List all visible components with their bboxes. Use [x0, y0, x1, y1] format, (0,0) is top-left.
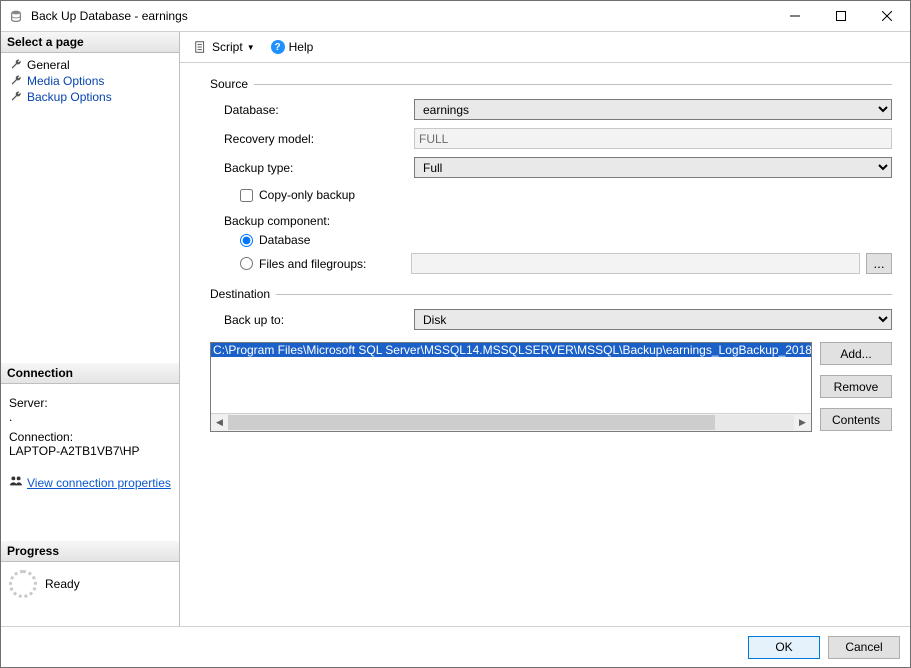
filegroups-radio[interactable]: [240, 257, 253, 270]
scroll-thumb[interactable]: [228, 415, 715, 430]
help-button[interactable]: ? Help: [267, 38, 318, 56]
divider: [254, 84, 892, 85]
source-group-label: Source: [210, 77, 248, 91]
close-button[interactable]: [864, 1, 910, 31]
row-backup-type: Backup type: Full: [210, 157, 892, 178]
content-toolbar: Script ▼ ? Help: [180, 32, 910, 63]
maximize-button[interactable]: [818, 1, 864, 31]
row-radio-filegroups: Files and filegroups: ...: [210, 250, 892, 277]
destination-list-item[interactable]: C:\Program Files\Microsoft SQL Server\MS…: [211, 343, 811, 357]
destination-group-header: Destination: [210, 287, 892, 301]
add-button[interactable]: Add...: [820, 342, 892, 365]
row-copy-only: Copy-only backup: [210, 182, 892, 208]
database-label: Database:: [210, 103, 414, 117]
horizontal-scrollbar[interactable]: ◀ ▶: [211, 413, 811, 431]
progress-section: Ready: [1, 562, 179, 606]
backup-type-select[interactable]: Full: [414, 157, 892, 178]
server-label: Server:: [9, 396, 171, 410]
source-group-header: Source: [210, 77, 892, 91]
backup-component-label: Backup component:: [210, 208, 892, 230]
destination-list[interactable]: C:\Program Files\Microsoft SQL Server\MS…: [210, 342, 812, 432]
scroll-track[interactable]: [228, 415, 794, 430]
progress-spinner-icon: [9, 570, 37, 598]
connection-header: Connection: [1, 363, 179, 384]
row-recovery-model: Recovery model:: [210, 128, 892, 149]
nav-label: General: [27, 58, 70, 72]
server-value: .: [9, 410, 171, 424]
nav-general[interactable]: General: [1, 57, 179, 73]
script-label: Script: [212, 40, 243, 54]
nav-label[interactable]: Media Options: [27, 74, 104, 88]
scroll-right-icon[interactable]: ▶: [794, 415, 811, 430]
script-button[interactable]: Script ▼: [190, 38, 259, 56]
connection-label: Connection:: [9, 430, 171, 444]
destination-area: C:\Program Files\Microsoft SQL Server\MS…: [210, 342, 892, 432]
chevron-down-icon: ▼: [247, 43, 255, 52]
back-up-to-select[interactable]: Disk: [414, 309, 892, 330]
destination-group-label: Destination: [210, 287, 270, 301]
main-pane: Source Database: earnings Recovery model…: [180, 63, 910, 626]
database-select[interactable]: earnings: [414, 99, 892, 120]
wrench-icon: [9, 74, 23, 88]
contents-button[interactable]: Contents: [820, 408, 892, 431]
title-bar: Back Up Database - earnings: [1, 1, 910, 32]
minimize-button[interactable]: [772, 1, 818, 31]
nav-media-options[interactable]: Media Options: [1, 73, 179, 89]
window-title: Back Up Database - earnings: [31, 9, 772, 23]
dialog-footer: OK Cancel: [1, 626, 910, 667]
ok-button[interactable]: OK: [748, 636, 820, 659]
connection-value: LAPTOP-A2TB1VB7\HP: [9, 444, 171, 458]
divider: [276, 294, 892, 295]
window-buttons: [772, 1, 910, 31]
dialog-window: Back Up Database - earnings Select a pag…: [0, 0, 911, 668]
dialog-body: Select a page General Media Options: [1, 32, 910, 667]
help-icon: ?: [271, 40, 285, 54]
filegroups-text: [411, 253, 860, 274]
nav-label[interactable]: Backup Options: [27, 90, 112, 104]
copy-only-checkbox[interactable]: [240, 189, 253, 202]
remove-button[interactable]: Remove: [820, 375, 892, 398]
recovery-model-value: [414, 128, 892, 149]
row-radio-database: Database: [210, 230, 892, 250]
database-radio[interactable]: [240, 234, 253, 247]
database-icon: [7, 7, 25, 25]
backup-type-label: Backup type:: [210, 161, 414, 175]
cancel-button[interactable]: Cancel: [828, 636, 900, 659]
copy-only-label: Copy-only backup: [259, 188, 355, 202]
select-page-header: Select a page: [1, 32, 179, 53]
progress-status: Ready: [45, 577, 80, 591]
progress-header: Progress: [1, 541, 179, 562]
recovery-model-label: Recovery model:: [210, 132, 414, 146]
people-icon: [9, 474, 23, 491]
help-label: Help: [289, 40, 314, 54]
view-connection-properties-link[interactable]: View connection properties: [27, 476, 171, 490]
destination-buttons: Add... Remove Contents: [820, 342, 892, 432]
sidebar: Select a page General Media Options: [1, 32, 180, 626]
scroll-left-icon[interactable]: ◀: [211, 415, 228, 430]
filegroups-radio-label: Files and filegroups:: [259, 257, 405, 271]
database-radio-label: Database: [259, 233, 310, 247]
page-nav: General Media Options Backup Options: [1, 53, 179, 109]
row-database: Database: earnings: [210, 99, 892, 120]
script-icon: [194, 40, 208, 54]
nav-backup-options[interactable]: Backup Options: [1, 89, 179, 105]
wrench-icon: [9, 58, 23, 72]
top-area: Select a page General Media Options: [1, 32, 910, 626]
wrench-icon: [9, 90, 23, 104]
connection-section: Server: . Connection: LAPTOP-A2TB1VB7\HP: [1, 384, 179, 468]
content-pane: Script ▼ ? Help Source Databa: [180, 32, 910, 626]
back-up-to-label: Back up to:: [210, 313, 414, 327]
filegroups-browse-button[interactable]: ...: [866, 253, 892, 274]
connection-properties-row: View connection properties: [1, 468, 179, 491]
row-back-up-to: Back up to: Disk: [210, 309, 892, 330]
